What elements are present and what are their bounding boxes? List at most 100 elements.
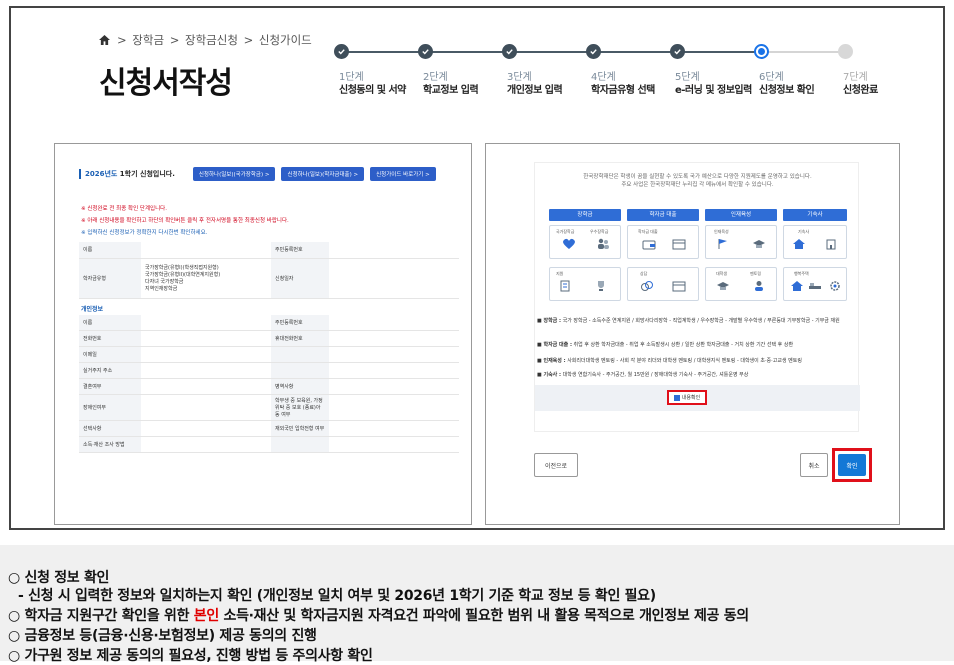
current-step-icon bbox=[754, 44, 769, 59]
warning-text: ※ 아래 신청내용을 확인하고 하단의 확인버튼 클릭 후 전자서명을 통한 최… bbox=[81, 218, 289, 224]
screenshot-frame: > 장학금 > 장학금신청 > 신청가이드 신청서작성 1단계 신청동의 및 서약… bbox=[9, 6, 945, 530]
field-label: 이메일 bbox=[79, 346, 141, 363]
semester-title: 2026년도 1학기 신청입니다. bbox=[79, 168, 175, 179]
field-label: 재외국민 입학전형 여부 bbox=[271, 420, 329, 437]
content-confirm-checkbox[interactable]: 내용확인 bbox=[667, 390, 707, 405]
graduation-cap-icon bbox=[753, 240, 765, 248]
document-icon bbox=[560, 280, 570, 292]
step-label: 신청동의 및 서약 bbox=[339, 85, 406, 96]
field-label: 소득·재산 조사 방법 bbox=[79, 436, 141, 453]
category-talent: 인재육성 bbox=[705, 209, 777, 221]
guide-button-loan[interactable]: 신청하나(일보)(학자금대출) > bbox=[281, 166, 365, 181]
confirm-button[interactable]: 확인 bbox=[838, 454, 866, 476]
table-row: 전화번호 휴대전화번호 bbox=[79, 330, 459, 347]
progress-line bbox=[342, 51, 768, 53]
table-row: 이메일 bbox=[79, 346, 459, 363]
check-icon bbox=[502, 44, 517, 59]
breadcrumb-item[interactable]: 신청가이드 bbox=[259, 32, 312, 48]
field-value: 국가장학금(유형I)(학생직접지원형) 국가장학금(유형II)(대학연계지원형)… bbox=[141, 258, 271, 299]
instruction-notes: ○ 신청 정보 확인 - 신청 시 입력한 정보와 일치하는지 확인 (개인정보… bbox=[0, 545, 954, 664]
field-label bbox=[271, 436, 329, 453]
field-value bbox=[141, 330, 271, 347]
home-icon[interactable] bbox=[99, 35, 110, 45]
field-value bbox=[329, 394, 459, 421]
program-description: ■ 장학금 : 국가 장학금 - 소득수준 연계지원 / 희망사다리장학 - 직… bbox=[537, 318, 840, 324]
note-line: ○ 금융정보 등(금융·신용·보험정보) 제공 동의의 진행 bbox=[8, 628, 317, 644]
step-progress: 1단계 신청동의 및 서약 2단계 학교정보 입력 3단계 개인정보 입력 4단계 학자금유형… bbox=[333, 42, 878, 102]
field-label: 학자금유형 bbox=[79, 258, 141, 299]
program-box: 상담 bbox=[627, 267, 699, 301]
application-summary-panel: 2026년도 1학기 신청입니다. 신청하나(일보)(국가장학금) > 신청하나… bbox=[54, 143, 472, 525]
program-box: 기숙사 bbox=[783, 225, 847, 259]
program-box: 인재육성 bbox=[705, 225, 777, 259]
agree-area: 내용확인 bbox=[535, 385, 860, 411]
consent-panel: 한국장학재단은 학생이 꿈을 실현할 수 있도록 국가 예산으로 다양한 지원제… bbox=[485, 143, 900, 525]
heart-hand-icon bbox=[563, 238, 575, 249]
step-label: 신청완료 bbox=[843, 85, 878, 96]
check-icon bbox=[334, 44, 349, 59]
table-row: 장애인여부 학부생 중 보육원, 가정위탁 중 보호 (종료)아동 여부 bbox=[79, 394, 459, 421]
flag-icon bbox=[718, 239, 727, 249]
form-header: 2026년도 1학기 신청입니다. 신청하나(일보)(국가장학금) > 신청하나… bbox=[79, 158, 465, 186]
field-label: 병역사항 bbox=[271, 378, 329, 395]
pending-step-icon bbox=[838, 44, 853, 59]
trophy-icon bbox=[598, 281, 604, 291]
program-box: 지원 bbox=[549, 267, 621, 301]
step-label: 학자금유형 선택 bbox=[591, 85, 655, 96]
field-value bbox=[329, 242, 459, 259]
field-value bbox=[329, 362, 459, 379]
table-row: 결혼여부 병역사항 bbox=[79, 378, 459, 395]
field-label: 주민등록번호 bbox=[271, 242, 329, 259]
program-box: 대학생 멘토링 bbox=[705, 267, 777, 301]
house-icon bbox=[791, 281, 803, 291]
field-value bbox=[329, 346, 459, 363]
program-box: 국가장학금 우수장학금 bbox=[549, 225, 621, 259]
application-info-table: 이름 주민등록번호 학자금유형 국가장학금(유형I)(학생직접지원형) 국가장학금(유… bbox=[79, 242, 459, 299]
student-icon bbox=[755, 281, 763, 291]
people-icon bbox=[598, 238, 609, 249]
breadcrumb: > 장학금 > 장학금신청 > 신청가이드 bbox=[99, 32, 313, 48]
page-title: 신청서작성 bbox=[99, 66, 233, 101]
step-label: e-러닝 및 정보입력 bbox=[675, 85, 752, 96]
breadcrumb-item[interactable]: 장학금신청 bbox=[185, 32, 238, 48]
warning-text: ※ 신청완료 전 최종 확인 단계입니다. bbox=[81, 206, 167, 212]
category-loan: 학자금 대출 bbox=[627, 209, 699, 221]
guide-button-scholarship[interactable]: 신청하나(일보)(국가장학금) > bbox=[192, 166, 276, 181]
field-label: 선택사항 bbox=[79, 420, 141, 437]
field-value bbox=[141, 314, 271, 331]
note-line: ○ 가구원 정보 제공 동의의 필요성, 진행 방법 등 주의사항 확인 bbox=[8, 648, 373, 664]
category-dorm: 기숙사 bbox=[783, 209, 847, 221]
house-icon bbox=[793, 239, 805, 249]
graduation-cap-icon bbox=[717, 282, 729, 290]
field-value bbox=[329, 420, 459, 437]
field-label: 휴대전화번호 bbox=[271, 330, 329, 347]
gear-icon bbox=[830, 281, 840, 291]
field-label bbox=[271, 346, 329, 363]
field-value bbox=[141, 378, 271, 395]
program-description: ■ 기숙사 : 대학생 연합기숙사 - 주거공간, 월 15만원 / 장애대학생… bbox=[537, 372, 749, 378]
table-row: 학자금유형 국가장학금(유형I)(학생직접지원형) 국가장학금(유형II)(대학연… bbox=[79, 258, 459, 299]
step-label: 개인정보 입력 bbox=[507, 85, 563, 96]
field-label: 이름 bbox=[79, 242, 141, 259]
chevron-right-icon: > bbox=[117, 33, 127, 47]
guide-shortcut-button[interactable]: 신청가이드 바로가기 > bbox=[370, 166, 436, 181]
building-icon bbox=[826, 239, 836, 250]
program-description: ■ 인재육성 : 사회리더대학생 멘토링 - 사회 각 분야 리더와 대학생 멘… bbox=[537, 358, 802, 364]
intro-text: 한국장학재단은 학생이 꿈을 실현할 수 있도록 국가 예산으로 다양한 지원제… bbox=[583, 174, 812, 188]
field-label: 학부생 중 보육원, 가정위탁 중 보호 (종료)아동 여부 bbox=[271, 394, 329, 421]
program-box: 학자금 대출 bbox=[627, 225, 699, 259]
field-value bbox=[141, 346, 271, 363]
breadcrumb-item[interactable]: 장학금 bbox=[132, 32, 164, 48]
checkbox-checked-icon bbox=[673, 394, 680, 401]
field-value bbox=[141, 362, 271, 379]
field-value bbox=[329, 330, 459, 347]
program-info-card: 한국장학재단은 학생이 꿈을 실현할 수 있도록 국가 예산으로 다양한 지원제… bbox=[534, 162, 860, 432]
table-row: 이름 주민등록번호 bbox=[79, 242, 459, 259]
field-label: 전화번호 bbox=[79, 330, 141, 347]
previous-button[interactable]: 이전으로 bbox=[534, 453, 578, 477]
calendar-icon bbox=[672, 281, 686, 292]
category-scholarship: 장학금 bbox=[549, 209, 621, 221]
coins-icon bbox=[641, 281, 653, 291]
section-title: 개인정보 bbox=[81, 305, 104, 313]
cancel-button[interactable]: 취소 bbox=[800, 453, 828, 477]
